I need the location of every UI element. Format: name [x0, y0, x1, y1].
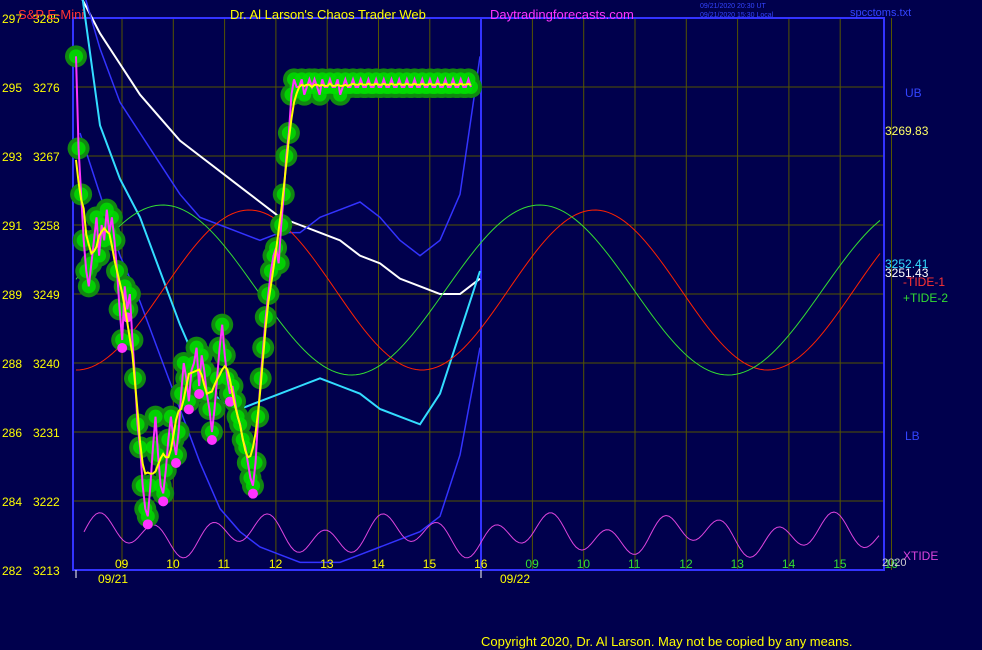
date-label-2: 09/22 [500, 572, 530, 586]
x-tick-label: 09 [115, 557, 129, 571]
x-tick-label: 10 [166, 557, 180, 571]
x-tick-label: 13 [320, 557, 334, 571]
tide2-legend: +TIDE-2 [903, 291, 948, 305]
y-tick-inner: 3276 [33, 81, 60, 95]
x-tick-label: 15 [423, 557, 437, 571]
tide1-legend: -TIDE-1 [903, 275, 945, 289]
y-tick-outer: 291 [2, 219, 22, 233]
x-tick-label: 12 [269, 557, 283, 571]
x-tick-label: 12 [679, 557, 693, 571]
date-label-1: 09/21 [98, 572, 128, 586]
y-tick-inner: 3258 [33, 219, 60, 233]
low-marker [158, 496, 169, 507]
low-marker [247, 488, 258, 499]
low-marker [142, 519, 153, 530]
x-tick-label: 10 [577, 557, 591, 571]
top-value-label: 3269.83 [885, 124, 929, 138]
x-tick-label: 11 [628, 557, 641, 571]
y-tick-outer: 289 [2, 288, 22, 302]
y-tick-inner: 3249 [33, 288, 60, 302]
year-label: 2020 [882, 557, 906, 569]
lower-band-label: LB [905, 429, 920, 443]
y-tick-outer: 293 [2, 150, 22, 164]
x-tick-label: 14 [372, 557, 386, 571]
x-tick-label: 09 [525, 557, 539, 571]
chart: 297 3285295 3276293 3267291 3258289 3249288 32… [0, 0, 982, 650]
y-tick-inner: 3213 [33, 564, 60, 578]
y-tick-inner: 3222 [33, 495, 60, 509]
x-tick-label: 13 [731, 557, 745, 571]
chart-title: Dr. Al Larson's Chaos Trader Web [230, 7, 426, 22]
symbol-title: S&P E-Mini [18, 7, 84, 22]
x-tick-label: 16 [474, 557, 488, 571]
y-tick-outer: 284 [2, 495, 22, 509]
copyright-notice: Copyright 2020, Dr. Al Larson. May not b… [481, 634, 853, 649]
chart-background [0, 0, 982, 650]
x-tick-label: 11 [218, 557, 231, 571]
x-tick-label: 14 [782, 557, 796, 571]
y-tick-inner: 3231 [33, 426, 60, 440]
low-marker [171, 458, 182, 468]
low-marker [194, 389, 205, 399]
site-link[interactable]: Daytradingforecasts.com [490, 7, 634, 22]
low-marker [117, 343, 128, 353]
xtide-legend: XTIDE [903, 549, 938, 563]
timestamp-ut: 09/21/2020 20:30 UT [700, 3, 766, 10]
y-tick-outer: 288 [2, 357, 22, 371]
low-marker [206, 435, 217, 445]
timestamp-local: 09/21/2020 15:30 Local [700, 12, 774, 19]
y-tick-outer: 295 [2, 81, 22, 95]
y-tick-inner: 3267 [33, 150, 60, 164]
y-tick-inner: 3240 [33, 357, 60, 371]
data-file-name: spcctoms.txt [850, 7, 911, 19]
x-tick-label: 15 [833, 557, 847, 571]
y-tick-outer: 282 [2, 564, 22, 578]
low-marker [183, 404, 194, 415]
y-tick-outer: 286 [2, 426, 22, 440]
upper-band-label: UB [905, 86, 922, 100]
